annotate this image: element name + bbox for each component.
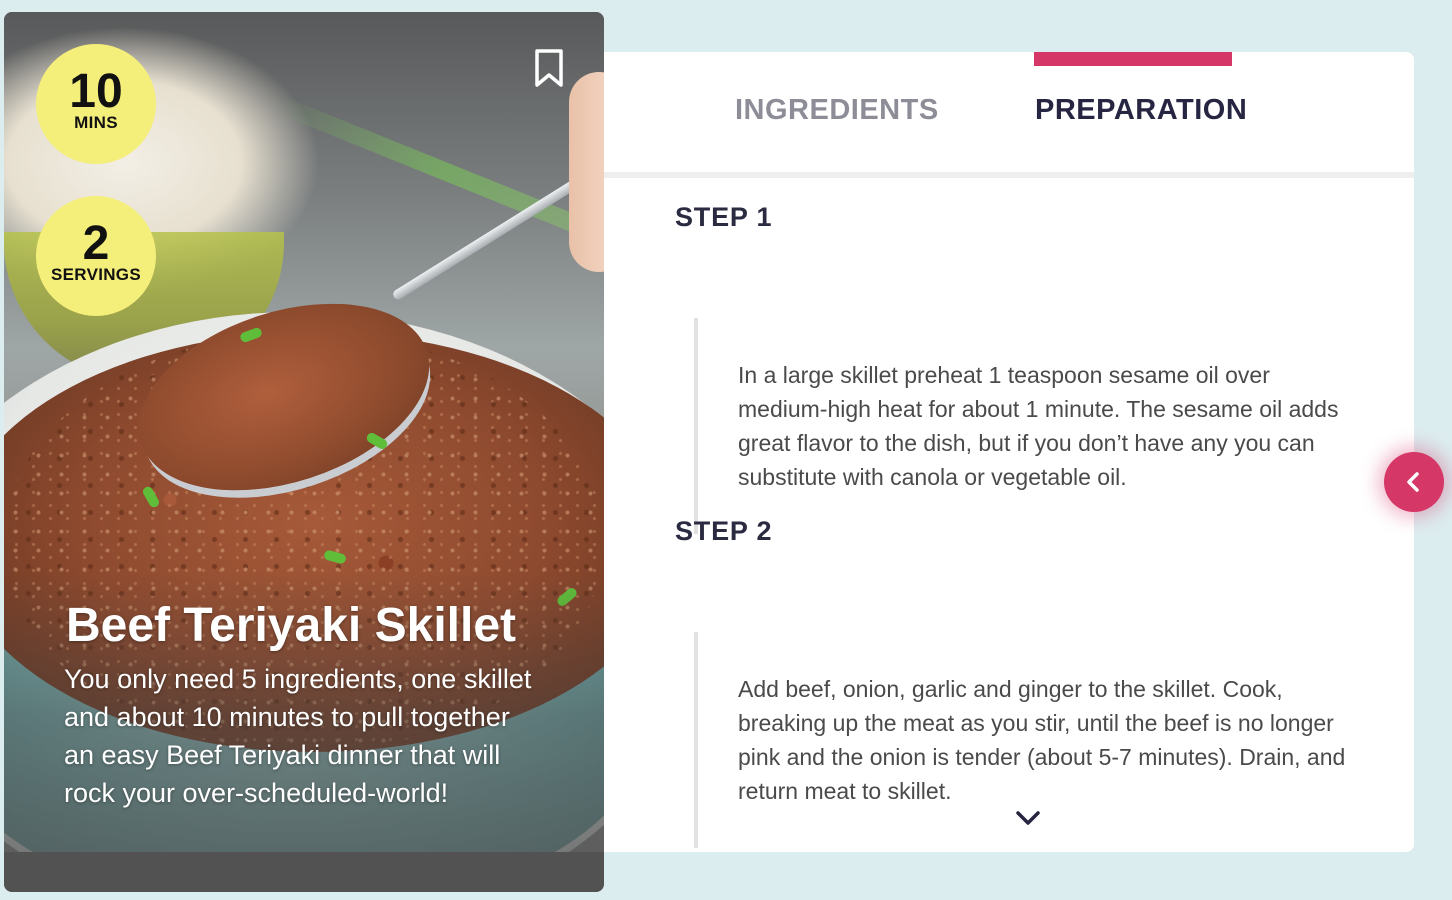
servings-unit: SERVINGS (51, 265, 141, 284)
recipe-description: You only need 5 ingredients, one skillet… (64, 664, 532, 808)
chevron-down-icon[interactable] (1014, 808, 1042, 828)
step-title: STEP 1 (675, 202, 773, 232)
step-text: Add beef, onion, garlic and ginger to th… (738, 676, 1346, 804)
servings-value: 2 (82, 217, 110, 270)
tab-preparation[interactable]: PREPARATION (1035, 94, 1247, 127)
step-body: In a large skillet preheat 1 teaspoon se… (694, 318, 1360, 534)
tab-bar: INGREDIENTS PREPARATION (604, 52, 1414, 178)
collapse-panel-button[interactable] (1384, 452, 1444, 512)
time-unit: MINS (74, 113, 118, 132)
servings-badge: 2 SERVINGS (36, 196, 156, 316)
time-badge: 10 MINS (36, 44, 156, 164)
active-tab-indicator (1034, 52, 1232, 66)
recipe-panel: INGREDIENTS PREPARATION STEP 1 In a larg… (604, 52, 1414, 852)
recipe-hero-card: 10 MINS 2 SERVINGS Beef Teriyaki Skillet… (4, 12, 604, 892)
tab-ingredients[interactable]: INGREDIENTS (735, 94, 939, 127)
time-value: 10 (69, 65, 123, 118)
bookmark-icon[interactable] (532, 48, 566, 88)
step-text: In a large skillet preheat 1 teaspoon se… (738, 362, 1339, 490)
recipe-title: Beef Teriyaki Skillet (66, 599, 516, 652)
steps-list[interactable]: STEP 1 In a large skillet preheat 1 teas… (604, 178, 1414, 852)
step-title: STEP 2 (675, 516, 773, 546)
chevron-left-icon (1407, 472, 1419, 492)
recipe-page: 10 MINS 2 SERVINGS Beef Teriyaki Skillet… (0, 0, 1452, 900)
